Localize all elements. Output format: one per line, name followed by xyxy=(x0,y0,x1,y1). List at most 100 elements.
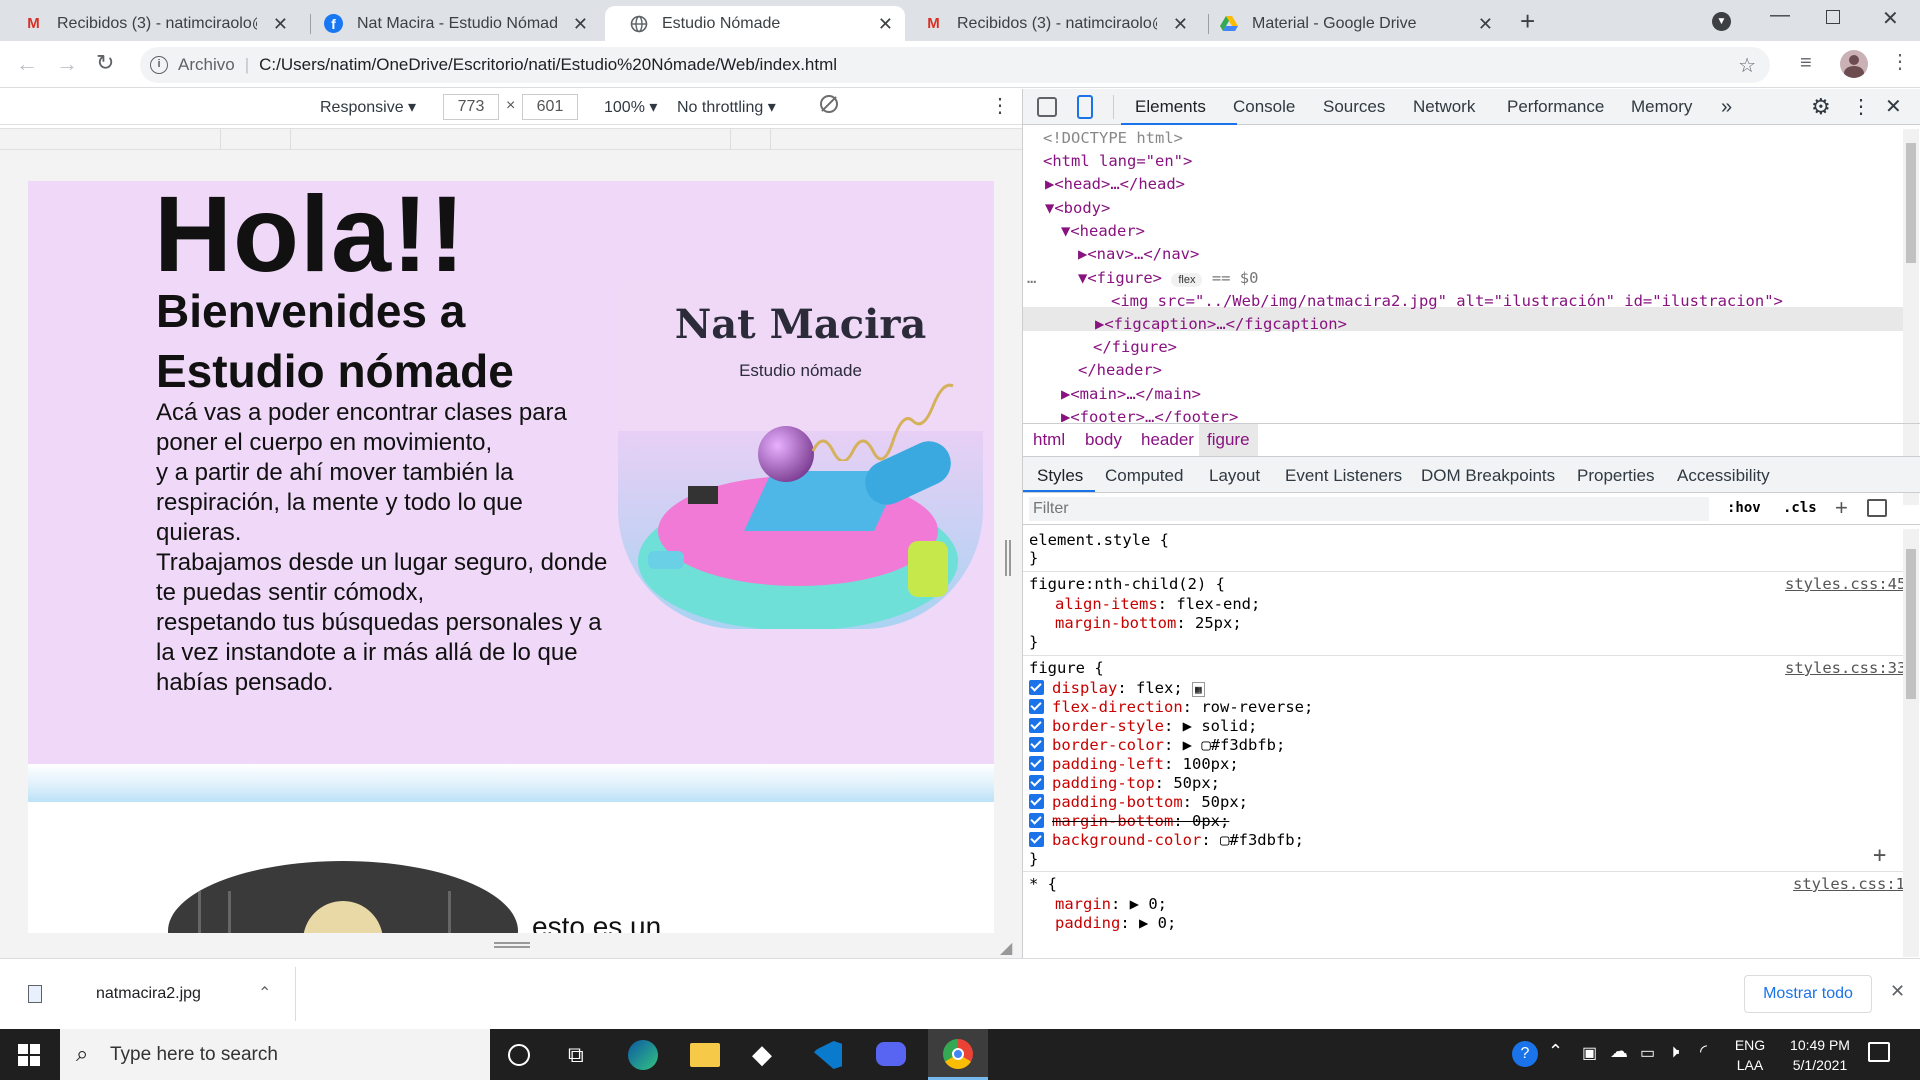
dom-node[interactable]: <img src="../Web/img/natmacira2.jpg" alt… xyxy=(1111,292,1783,310)
dom-node[interactable]: ▶<figcaption>…</figcaption> xyxy=(1095,315,1347,333)
volume-icon[interactable]: 🕨 xyxy=(1668,1041,1679,1062)
file-explorer-icon[interactable] xyxy=(690,1043,720,1067)
rule-source-link[interactable]: styles.css:1 xyxy=(1793,875,1903,893)
close-icon[interactable]: ✕ xyxy=(878,14,893,35)
discord-icon[interactable] xyxy=(876,1042,906,1066)
vscode-icon[interactable] xyxy=(814,1041,842,1069)
dom-node[interactable]: </header> xyxy=(1078,361,1162,379)
style-property[interactable]: margin-bottom: 25px; xyxy=(1055,614,1242,632)
tab-memory[interactable]: Memory xyxy=(1631,89,1692,125)
subtab-computed[interactable]: Computed xyxy=(1105,466,1183,486)
style-property[interactable]: padding-left: 100px; xyxy=(1029,755,1239,773)
property-checkbox[interactable] xyxy=(1029,813,1044,828)
rule-selector[interactable]: * { xyxy=(1029,875,1057,893)
task-view-icon[interactable]: ⧉ xyxy=(568,1042,584,1068)
forward-arrow-icon[interactable]: → xyxy=(56,51,78,77)
rule-source-link[interactable]: styles.css:33 xyxy=(1785,659,1903,677)
throttling-select[interactable]: No throttling ▾ xyxy=(677,97,776,117)
subtab-accessibility[interactable]: Accessibility xyxy=(1677,466,1770,486)
wifi-icon[interactable]: ◜ xyxy=(1700,1041,1707,1062)
tab-search-icon[interactable]: ▼ xyxy=(1712,12,1731,31)
device-more-icon[interactable]: ⋮ xyxy=(990,93,1010,118)
address-bar[interactable]: i Archivo | C:/Users/natim/OneDrive/Escr… xyxy=(140,47,1770,83)
settings-gear-icon[interactable]: ⚙ xyxy=(1811,89,1831,125)
styles-scrollbar[interactable] xyxy=(1903,529,1919,957)
tab-console[interactable]: Console xyxy=(1233,89,1295,125)
style-property[interactable]: padding-top: 50px; xyxy=(1029,774,1220,792)
property-checkbox[interactable] xyxy=(1029,775,1044,790)
tab-network[interactable]: Network xyxy=(1413,89,1475,125)
restore-icon[interactable] xyxy=(1826,10,1840,24)
devtools-close-icon[interactable]: ✕ xyxy=(1885,89,1902,125)
chrome-taskbar-button[interactable] xyxy=(928,1029,988,1080)
style-property[interactable]: display: flex; ▦ xyxy=(1029,679,1205,697)
tab-elements[interactable]: Elements xyxy=(1135,89,1206,125)
download-filename[interactable]: natmacira2.jpg xyxy=(96,985,201,1003)
property-checkbox[interactable] xyxy=(1029,699,1044,714)
close-icon[interactable]: ✕ xyxy=(273,14,288,35)
add-property-plus-icon[interactable]: + xyxy=(1873,843,1886,868)
chevron-up-icon[interactable]: ⌃ xyxy=(1548,1041,1563,1062)
tab-facebook[interactable]: f Nat Macira - Estudio Nómade | F ✕ xyxy=(300,6,600,41)
cls-toggle[interactable]: .cls xyxy=(1783,500,1817,516)
toggle-sidebar-icon[interactable] xyxy=(1867,499,1887,517)
filter-input[interactable] xyxy=(1029,497,1709,521)
profile-avatar[interactable] xyxy=(1840,50,1868,78)
tab-gmail-2[interactable]: M Recibidos (3) - natimciraolo@gm ✕ xyxy=(900,6,1200,41)
hov-toggle[interactable]: :hov xyxy=(1727,500,1761,516)
dom-node[interactable]: <html lang="en"> xyxy=(1043,152,1192,170)
cortana-icon[interactable] xyxy=(508,1044,530,1066)
help-icon[interactable]: ? xyxy=(1512,1041,1538,1067)
reading-list-icon[interactable]: ≡ xyxy=(1800,52,1812,75)
subtab-styles[interactable]: Styles xyxy=(1037,466,1083,486)
style-property[interactable]: padding: ▶ 0; xyxy=(1055,914,1176,932)
height-input[interactable]: 601 xyxy=(522,94,578,120)
language-indicator[interactable]: ENG LAA xyxy=(1732,1035,1768,1075)
element-style-selector[interactable]: element.style { xyxy=(1029,531,1169,549)
bookmark-star-icon[interactable]: ☆ xyxy=(1738,53,1756,78)
show-all-button[interactable]: Mostrar todo xyxy=(1744,975,1872,1013)
device-toggle-icon[interactable] xyxy=(1077,95,1093,119)
dom-node-selected[interactable]: ▼<figure> flex == $0 xyxy=(1078,269,1258,287)
zoom-select[interactable]: 100% ▾ xyxy=(604,97,657,117)
property-checkbox[interactable] xyxy=(1029,718,1044,733)
property-checkbox[interactable] xyxy=(1029,756,1044,771)
width-input[interactable]: 773 xyxy=(443,94,499,120)
style-property-overridden[interactable]: margin-bottom: 0px; xyxy=(1029,812,1229,830)
taskbar-search-box[interactable]: ⌕ Type here to search xyxy=(60,1029,490,1080)
more-tabs-icon[interactable]: » xyxy=(1721,89,1732,125)
tab-sources[interactable]: Sources xyxy=(1323,89,1385,125)
rule-selector[interactable]: figure:nth-child(2) { xyxy=(1029,575,1225,593)
subtab-layout[interactable]: Layout xyxy=(1209,466,1260,486)
style-property[interactable]: border-style: ▶ solid; xyxy=(1029,717,1257,735)
style-property[interactable]: border-color: ▶ ▢#f3dbfb; xyxy=(1029,736,1285,754)
chevron-up-icon[interactable]: ⌃ xyxy=(258,983,271,1003)
property-checkbox[interactable] xyxy=(1029,794,1044,809)
property-checkbox[interactable] xyxy=(1029,832,1044,847)
menu-dots-icon[interactable]: ⋮ xyxy=(1890,49,1910,74)
subtab-properties[interactable]: Properties xyxy=(1577,466,1654,486)
resize-corner-icon[interactable]: ◢ xyxy=(1000,938,1012,958)
style-property[interactable]: flex-direction: row-reverse; xyxy=(1029,698,1313,716)
rule-source-link[interactable]: styles.css:45 xyxy=(1785,575,1903,593)
dom-node[interactable]: </figure> xyxy=(1093,338,1177,356)
dom-node[interactable]: ▶<head>…</head> xyxy=(1045,175,1185,193)
dom-node[interactable]: <!DOCTYPE html> xyxy=(1043,129,1183,147)
close-icon[interactable]: ✕ xyxy=(1478,14,1493,35)
subtab-dom-breakpoints[interactable]: DOM Breakpoints xyxy=(1421,466,1555,486)
property-checkbox[interactable] xyxy=(1029,737,1044,752)
notifications-icon[interactable] xyxy=(1868,1042,1890,1062)
breadcrumb-figure[interactable]: figure xyxy=(1199,424,1258,456)
address-url[interactable]: C:/Users/natim/OneDrive/Escritorio/nati/… xyxy=(259,55,837,75)
dom-node[interactable]: ▼<body> xyxy=(1045,199,1110,217)
dom-more-dots[interactable]: … xyxy=(1027,269,1036,287)
resize-handle-bottom[interactable] xyxy=(494,942,530,948)
dom-node[interactable]: ▶<main>…</main> xyxy=(1061,385,1201,403)
breadcrumb-body[interactable]: body xyxy=(1085,430,1122,450)
rule-selector[interactable]: figure { xyxy=(1029,659,1104,677)
window-close-icon[interactable]: ✕ xyxy=(1882,6,1899,31)
inspect-element-icon[interactable] xyxy=(1037,97,1057,117)
tab-performance[interactable]: Performance xyxy=(1507,89,1604,125)
edge-icon[interactable] xyxy=(628,1040,658,1070)
info-icon[interactable]: i xyxy=(150,56,168,74)
